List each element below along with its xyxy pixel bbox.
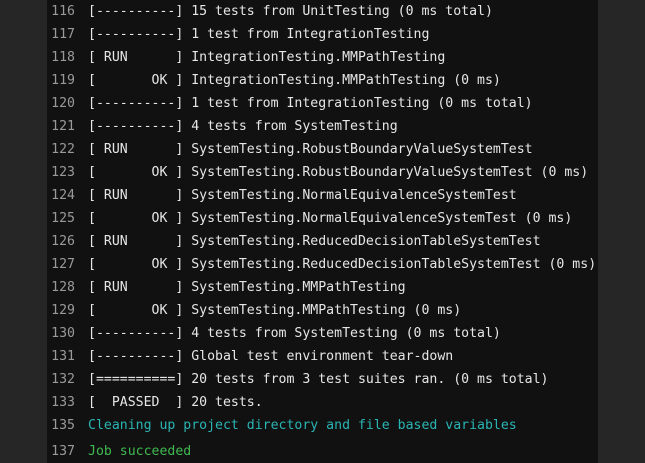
log-text: [ RUN ] SystemTesting.ReducedDecisionTab… <box>88 234 541 249</box>
line-number[interactable]: 133 <box>47 391 75 414</box>
log-text: [ RUN ] SystemTesting.NormalEquivalenceS… <box>88 188 517 203</box>
log-text: [----------] Global test environment tea… <box>88 349 454 364</box>
log-text: [----------] 4 tests from SystemTesting <box>88 119 398 134</box>
log-line-job-status: 137 Job succeeded <box>47 440 598 463</box>
line-number[interactable]: 127 <box>47 253 75 276</box>
log-text: [ PASSED ] 20 tests. <box>88 395 263 410</box>
log-text: [ OK ] SystemTesting.MMPathTesting (0 ms… <box>88 303 462 318</box>
log-line: 120 [----------] 1 test from Integration… <box>47 92 598 115</box>
log-line: 121 [----------] 4 tests from SystemTest… <box>47 115 598 138</box>
log-text: [----------] 1 test from IntegrationTest… <box>88 27 430 42</box>
job-log-panel: 116 [----------] 15 tests from UnitTesti… <box>47 0 598 463</box>
log-text: [ OK ] SystemTesting.ReducedDecisionTabl… <box>88 257 597 272</box>
log-text: [ RUN ] SystemTesting.MMPathTesting <box>88 280 406 295</box>
line-number[interactable]: 126 <box>47 230 75 253</box>
log-line-section-header: 135 Cleaning up project directory and fi… <box>47 414 598 437</box>
line-number[interactable]: 116 <box>47 0 75 23</box>
line-number[interactable]: 131 <box>47 345 75 368</box>
log-text: [----------] 4 tests from SystemTesting … <box>88 326 501 341</box>
log-line: 125 [ OK ] SystemTesting.NormalEquivalen… <box>47 207 598 230</box>
line-number[interactable]: 130 <box>47 322 75 345</box>
log-line: 116 [----------] 15 tests from UnitTesti… <box>47 0 598 23</box>
right-margin <box>598 0 645 463</box>
log-line: 126 [ RUN ] SystemTesting.ReducedDecisio… <box>47 230 598 253</box>
line-number[interactable]: 120 <box>47 92 75 115</box>
line-number[interactable]: 125 <box>47 207 75 230</box>
log-text: [----------] 1 test from IntegrationTest… <box>88 96 533 111</box>
log-text: [ OK ] SystemTesting.NormalEquivalenceSy… <box>88 211 573 226</box>
log-text: [ OK ] SystemTesting.RobustBoundaryValue… <box>88 165 589 180</box>
log-line: 129 [ OK ] SystemTesting.MMPathTesting (… <box>47 299 598 322</box>
log-line: 123 [ OK ] SystemTesting.RobustBoundaryV… <box>47 161 598 184</box>
log-text: [ RUN ] IntegrationTesting.MMPathTesting <box>88 50 446 65</box>
log-line: 122 [ RUN ] SystemTesting.RobustBoundary… <box>47 138 598 161</box>
log-line: 117 [----------] 1 test from Integration… <box>47 23 598 46</box>
log-line: 127 [ OK ] SystemTesting.ReducedDecision… <box>47 253 598 276</box>
log-section-header-text: Cleaning up project directory and file b… <box>88 418 517 433</box>
line-number[interactable]: 137 <box>47 440 75 463</box>
line-number[interactable]: 117 <box>47 23 75 46</box>
line-number[interactable]: 119 <box>47 69 75 92</box>
log-line: 131 [----------] Global test environment… <box>47 345 598 368</box>
line-number[interactable]: 128 <box>47 276 75 299</box>
line-number[interactable]: 118 <box>47 46 75 69</box>
log-line: 118 [ RUN ] IntegrationTesting.MMPathTes… <box>47 46 598 69</box>
line-number[interactable]: 132 <box>47 368 75 391</box>
line-number[interactable]: 122 <box>47 138 75 161</box>
log-text: [ RUN ] SystemTesting.RobustBoundaryValu… <box>88 142 533 157</box>
log-line: 133 [ PASSED ] 20 tests. <box>47 391 598 414</box>
log-line: 119 [ OK ] IntegrationTesting.MMPathTest… <box>47 69 598 92</box>
job-status-text: Job succeeded <box>88 444 192 459</box>
log-text: [ OK ] IntegrationTesting.MMPathTesting … <box>88 73 501 88</box>
log-line: 124 [ RUN ] SystemTesting.NormalEquivale… <box>47 184 598 207</box>
line-number[interactable]: 129 <box>47 299 75 322</box>
log-text: [----------] 15 tests from UnitTesting (… <box>88 4 493 19</box>
log-line: 130 [----------] 4 tests from SystemTest… <box>47 322 598 345</box>
log-line: 128 [ RUN ] SystemTesting.MMPathTesting <box>47 276 598 299</box>
line-number[interactable]: 123 <box>47 161 75 184</box>
left-margin <box>0 0 47 463</box>
log-line: 132 [==========] 20 tests from 3 test su… <box>47 368 598 391</box>
line-number[interactable]: 135 <box>47 414 75 437</box>
line-number[interactable]: 124 <box>47 184 75 207</box>
log-text: [==========] 20 tests from 3 test suites… <box>88 372 549 387</box>
line-number[interactable]: 121 <box>47 115 75 138</box>
